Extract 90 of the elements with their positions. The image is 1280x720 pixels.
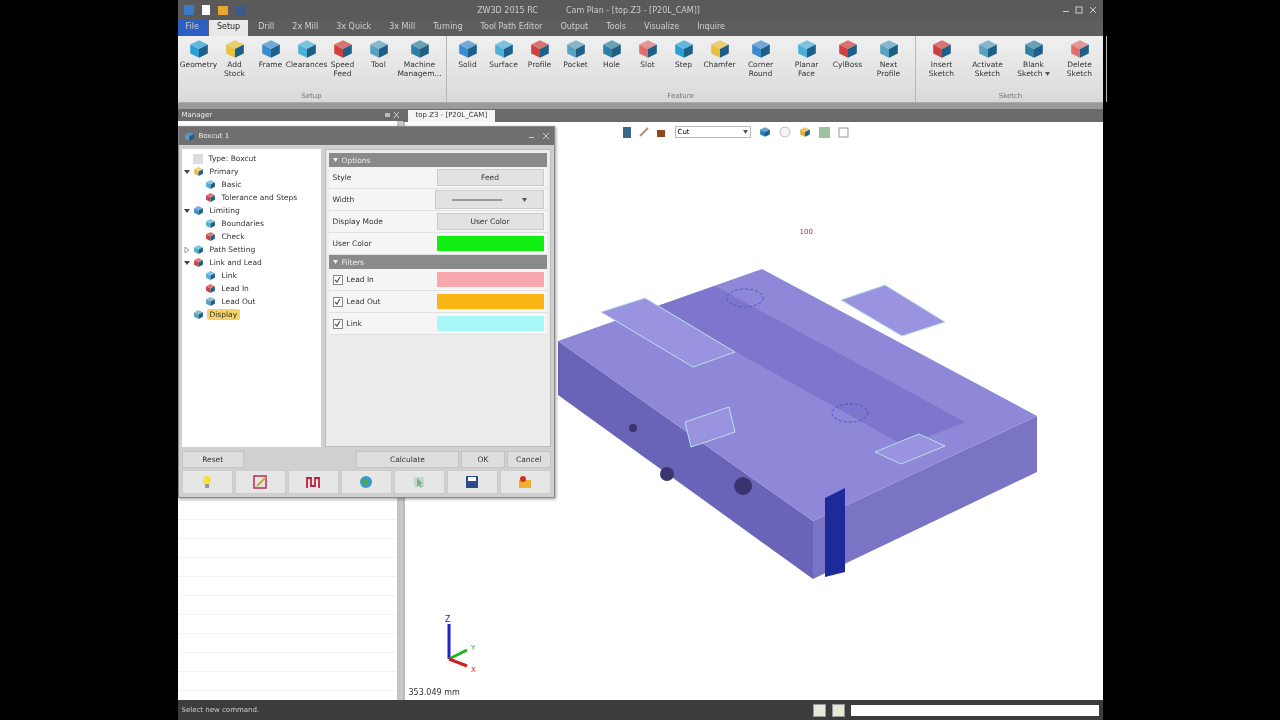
- caret-icon: [742, 130, 748, 134]
- toolbar-button[interactable]: [287, 470, 339, 494]
- cube-icon: [204, 296, 216, 307]
- checkbox[interactable]: [332, 274, 343, 285]
- cube-icon: [708, 38, 731, 60]
- status-icon[interactable]: [812, 703, 826, 717]
- menu-tab[interactable]: Turning: [425, 20, 471, 36]
- menu-tab[interactable]: 3x Quick: [328, 20, 380, 36]
- scale-label: 353.049 mm: [408, 688, 460, 697]
- expand-arrow-icon[interactable]: [183, 259, 190, 266]
- app-logo-icon: [183, 5, 194, 15]
- save-icon: [464, 474, 480, 490]
- square-icon: [192, 153, 203, 164]
- color-swatch[interactable]: [436, 294, 544, 309]
- window-title: Cam Plan - [top.Z3 - [P20L_CAM]]: [565, 5, 700, 15]
- cube-icon: [204, 192, 216, 203]
- cube-icon: [408, 38, 431, 60]
- cube-icon: [758, 126, 771, 138]
- toolbar-button[interactable]: [446, 470, 498, 494]
- window-controls-icon[interactable]: [528, 133, 549, 139]
- cube-icon: [204, 179, 216, 190]
- cube-icon: [976, 38, 999, 60]
- menu-tab[interactable]: File: [177, 20, 207, 36]
- menu-tab[interactable]: Visualize: [635, 20, 688, 36]
- cube-icon: [192, 309, 204, 320]
- window-controls-icon[interactable]: [1062, 6, 1097, 14]
- cube-icon: [183, 130, 195, 142]
- toolpath-icon: [305, 474, 321, 490]
- edit-icon: [252, 474, 268, 490]
- frame-icon[interactable]: [837, 126, 849, 138]
- globe-icon: [358, 474, 374, 490]
- cube-icon: [456, 38, 479, 60]
- new-file-icon[interactable]: [201, 5, 210, 15]
- cube-icon: [930, 38, 953, 60]
- line-width-dropdown[interactable]: [434, 190, 544, 209]
- cube-icon: [223, 38, 246, 60]
- cube-icon: [295, 38, 318, 60]
- menu-tab[interactable]: Setup: [208, 20, 249, 36]
- cube-icon: [877, 38, 900, 60]
- checkbox[interactable]: [332, 296, 343, 307]
- checkbox[interactable]: [332, 318, 343, 329]
- menu-tab[interactable]: Tool Path Editor: [472, 20, 551, 36]
- menu-tab[interactable]: Output: [552, 20, 597, 36]
- cube-icon: [564, 38, 587, 60]
- pin-icon[interactable]: [384, 112, 399, 118]
- cube-icon: [187, 38, 210, 60]
- menu-tab[interactable]: 3x Mill: [381, 20, 424, 36]
- status-icon[interactable]: [831, 703, 845, 717]
- cube-icon: [192, 205, 204, 216]
- caret-icon: [521, 197, 527, 202]
- cube-icon: [749, 38, 772, 60]
- cube-icon: [204, 270, 216, 281]
- cube-icon: [192, 257, 204, 268]
- color-swatch[interactable]: [436, 316, 544, 331]
- color-swatch[interactable]: [436, 272, 544, 287]
- cube-icon: [367, 38, 390, 60]
- cube-icon: [528, 38, 551, 60]
- app-name: ZW3D 2015 RC: [477, 5, 538, 15]
- collapse-caret-icon: [332, 158, 338, 162]
- pencil-icon[interactable]: [638, 127, 649, 137]
- cube-icon: [204, 231, 216, 242]
- cube-icon: [672, 38, 695, 60]
- expand-arrow-icon[interactable]: [183, 207, 190, 214]
- cube-icon: [492, 38, 515, 60]
- cube-icon: [600, 38, 623, 60]
- menu-tab[interactable]: Inquire: [689, 20, 733, 36]
- open-folder-icon[interactable]: [217, 5, 228, 15]
- cube-icon: [192, 166, 204, 177]
- cube-icon: [795, 38, 818, 60]
- cube-icon: [204, 283, 216, 294]
- cube-icon: [1068, 38, 1091, 60]
- cube-icon: [259, 38, 282, 60]
- menu-tab[interactable]: Drill: [250, 20, 283, 36]
- menu-tab[interactable]: Tools: [598, 20, 634, 36]
- cube-icon: [798, 126, 811, 138]
- collapse-caret-icon: [332, 260, 338, 264]
- cube-icon: [1022, 38, 1045, 60]
- command-field[interactable]: [850, 704, 1099, 716]
- line-sample-icon: [451, 197, 502, 202]
- cube-icon: [636, 38, 659, 60]
- cube-icon: [836, 38, 859, 60]
- cube-icon: [331, 38, 354, 60]
- folder-icon: [517, 474, 533, 490]
- cube-icon: [204, 218, 216, 229]
- color-swatch[interactable]: [436, 236, 544, 251]
- cursor-icon: [411, 474, 427, 490]
- menu-tab[interactable]: 2x Mill: [284, 20, 327, 36]
- cube-icon: [192, 244, 204, 255]
- square-icon[interactable]: [818, 126, 830, 138]
- expand-arrow-icon[interactable]: [183, 168, 190, 175]
